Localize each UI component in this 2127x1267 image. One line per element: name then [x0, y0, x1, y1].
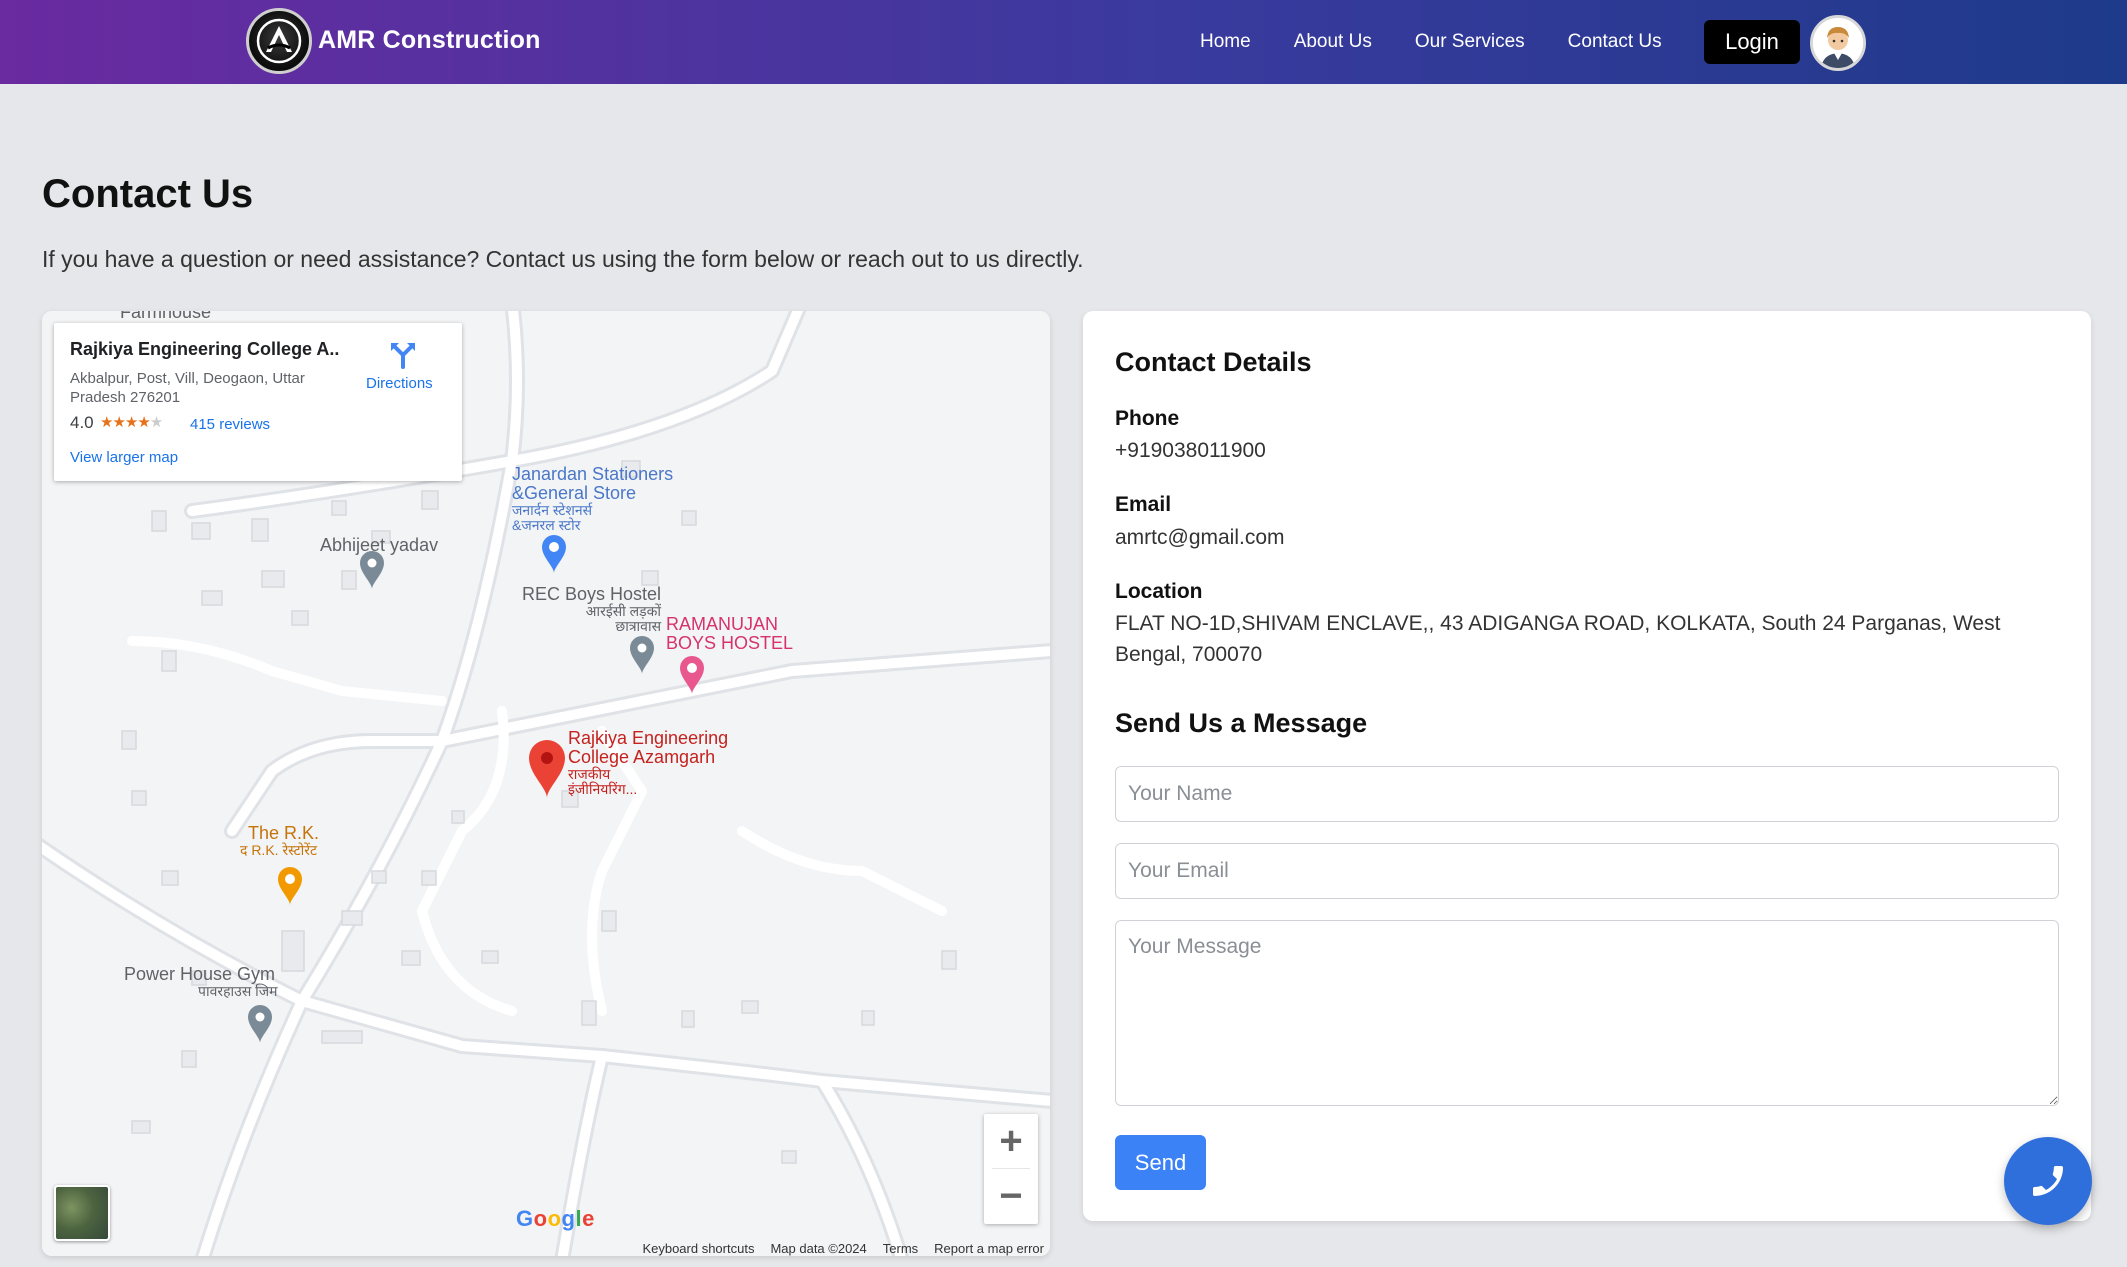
- email-value: amrtc@gmail.com: [1115, 526, 1285, 549]
- rating-stars-icon: ★★★★★: [100, 414, 163, 431]
- poi-abhijeet[interactable]: Abhijeet yadav: [320, 536, 438, 555]
- poi-janardan[interactable]: Janardan Stationers &General Store जनार्…: [512, 465, 673, 533]
- phone-icon[interactable]: [2004, 1137, 2092, 1225]
- poi-ramanujan[interactable]: RAMANUJAN BOYS HOSTEL: [666, 615, 793, 653]
- poi-rajkiya-name-2: College Azamgarh: [568, 747, 716, 767]
- send-message-heading: Send Us a Message: [1115, 708, 1368, 738]
- poi-janardan-name: Janardan Stationers: [512, 464, 674, 484]
- location-label: Location: [1115, 580, 1203, 603]
- poi-gym[interactable]: Power House Gym पावरहाउस जिम: [124, 965, 278, 999]
- zoom-controls: + −: [984, 1114, 1038, 1224]
- poi-rec-boys-hindi: आरईसी लड़कों: [585, 603, 662, 619]
- nav-link-services[interactable]: Our Services: [1415, 31, 1525, 53]
- location-value: FLAT NO-1D,SHIVAM ENCLAVE,, 43 ADIGANGA …: [1115, 612, 2001, 666]
- google-logo: Google: [516, 1206, 595, 1231]
- contact-card: Contact Details Phone +919038011900 Emai…: [1083, 311, 2091, 1221]
- poi-farmhouse[interactable]: Farmhouse: [120, 311, 211, 322]
- poi-rajkiya-hindi: राजकीय: [568, 766, 611, 782]
- map-data-text: Map data ©2024: [770, 1241, 867, 1256]
- logo[interactable]: [246, 8, 312, 74]
- user-avatar-icon[interactable]: [1810, 15, 1866, 71]
- poi-gym-name: Power House Gym: [124, 964, 276, 984]
- map-embed[interactable]: Farmhouse Janardan Stationers &General S…: [42, 311, 1050, 1256]
- poi-janardan-hindi-2: &जनरल स्टोर: [512, 517, 581, 533]
- brand-name[interactable]: AMR Construction: [318, 26, 541, 55]
- keyboard-shortcuts-link[interactable]: Keyboard shortcuts: [642, 1241, 754, 1256]
- poi-rajkiya-name: Rajkiya Engineering: [568, 728, 729, 748]
- page-title: Contact Us: [42, 172, 254, 216]
- poi-rec-boys[interactable]: REC Boys Hostel आरईसी लड़कों छात्रावास: [522, 585, 661, 634]
- phone-label: Phone: [1115, 407, 1180, 430]
- directions-icon[interactable]: [388, 339, 418, 369]
- nav-link-about[interactable]: About Us: [1294, 31, 1372, 53]
- zoom-out-button[interactable]: −: [984, 1169, 1038, 1224]
- place-title[interactable]: Rajkiya Engineering College A...: [70, 339, 340, 360]
- contact-details-heading: Contact Details: [1115, 347, 1312, 377]
- place-rating: 4.0: [70, 413, 94, 432]
- place-card: Rajkiya Engineering College A... Akbalpu…: [54, 323, 462, 481]
- navbar: AMR Construction Home About Us Our Servi…: [0, 0, 2127, 84]
- terms-link[interactable]: Terms: [883, 1241, 918, 1256]
- satellite-toggle[interactable]: [54, 1185, 110, 1241]
- map-footer: Keyboard shortcuts Map data ©2024 Terms …: [626, 1241, 1044, 1256]
- send-button[interactable]: Send: [1115, 1135, 1206, 1190]
- poi-janardan-name-2: &General Store: [512, 483, 637, 503]
- zoom-in-button[interactable]: +: [984, 1114, 1038, 1169]
- amr-logo-icon: [246, 8, 312, 74]
- email-label: Email: [1115, 493, 1172, 516]
- place-reviews-link[interactable]: 415 reviews: [190, 416, 270, 433]
- poi-rk-name: The R.K.: [248, 823, 320, 843]
- place-address: Akbalpur, Post, Vill, Deogaon, Uttar Pra…: [70, 370, 305, 406]
- directions-link[interactable]: Directions: [366, 375, 433, 392]
- poi-gym-hindi: पावरहाउस जिम: [198, 983, 278, 999]
- poi-rajkiya[interactable]: Rajkiya Engineering College Azamgarh राज…: [568, 729, 728, 797]
- message-textarea[interactable]: [1115, 920, 2059, 1106]
- poi-rec-boys-hindi-2: छात्रावास: [615, 618, 662, 634]
- poi-rajkiya-hindi-2: इंजीनियरिंग...: [568, 781, 638, 797]
- poi-rec-boys-name: REC Boys Hostel: [522, 584, 662, 604]
- login-button[interactable]: Login: [1704, 20, 1800, 64]
- nav-link-contact[interactable]: Contact Us: [1568, 31, 1662, 53]
- poi-ramanujan-name-2: BOYS HOSTEL: [666, 633, 794, 653]
- email-input[interactable]: [1115, 843, 2059, 899]
- nav-links: Home About Us Our Services Contact Us: [1200, 0, 1705, 84]
- nav-link-home[interactable]: Home: [1200, 31, 1251, 53]
- poi-ramanujan-name: RAMANUJAN: [666, 614, 779, 634]
- page-subtitle: If you have a question or need assistanc…: [42, 246, 1084, 272]
- phone-value: +919038011900: [1115, 439, 1266, 462]
- view-larger-map-link[interactable]: View larger map: [70, 449, 178, 466]
- poi-rk-restaurant[interactable]: The R.K. द R.K. रेस्टोरेंट: [240, 824, 319, 858]
- poi-janardan-hindi: जनार्दन स्टेशनर्स: [512, 502, 593, 518]
- poi-rk-hindi: द R.K. रेस्टोरेंट: [240, 842, 318, 858]
- name-input[interactable]: [1115, 766, 2059, 822]
- report-map-error-link[interactable]: Report a map error: [934, 1241, 1044, 1256]
